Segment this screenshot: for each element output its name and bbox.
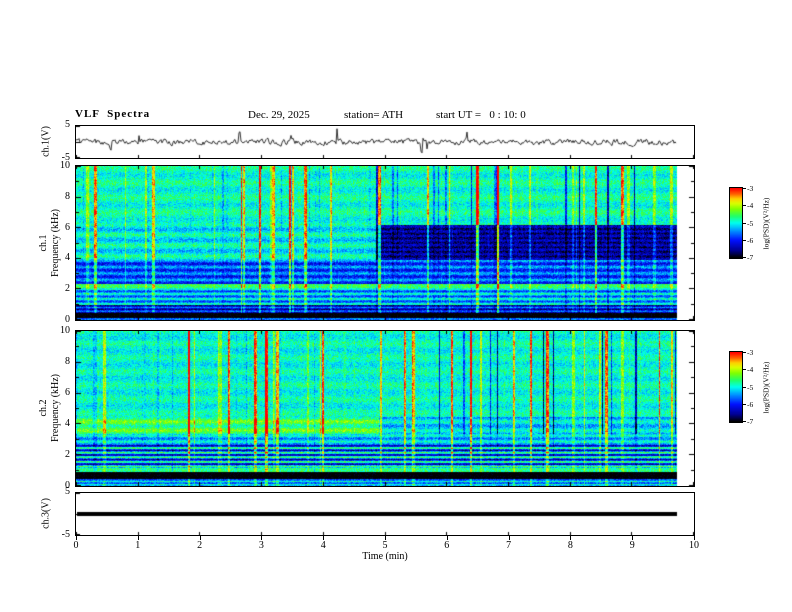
freq-tick-label: 2 xyxy=(65,449,70,460)
x-tick-label: 0 xyxy=(73,540,79,551)
x-tick-mark xyxy=(570,536,571,540)
colorbar-ch2-label: log(PSD)(V²/Hz) xyxy=(761,361,771,414)
ch2-axis-label-line2: Frequency (kHz) xyxy=(50,373,61,443)
colorbar-tick-label: -4 xyxy=(747,365,754,375)
ch1-axis-label-line1: ch.1 xyxy=(38,234,49,252)
volt-tick-label: -5 xyxy=(61,152,70,163)
freq-tick-label: 2 xyxy=(65,283,70,295)
x-tick-label: 9 xyxy=(629,540,635,551)
freq-tick-label: 4 xyxy=(65,418,70,429)
ch2-frequency-axis-label: ch.2 Frequency (kHz) xyxy=(38,363,62,453)
panel-ch2-spectrogram xyxy=(75,330,695,487)
x-tick-label: 2 xyxy=(197,540,203,551)
x-tick-mark xyxy=(138,536,139,540)
colorbar-tick-label: -3 xyxy=(747,348,754,357)
freq-tick-label: 6 xyxy=(65,221,70,233)
x-tick-label: 6 xyxy=(444,540,450,551)
freq-tick-label: 4 xyxy=(65,252,70,264)
panel-ch1-spectrogram xyxy=(75,165,695,321)
freq-tick-label: 6 xyxy=(65,387,70,398)
x-tick-mark xyxy=(200,536,201,540)
freq-tick-label: 0 xyxy=(65,314,70,325)
colorbar-tick-label: -6 xyxy=(747,399,754,409)
colorbar-tick-label: -5 xyxy=(747,382,754,392)
colorbar-ch2-gradient xyxy=(730,352,742,422)
ch2-spectrogram-canvas xyxy=(76,331,694,486)
colorbar-tick-label: -7 xyxy=(747,417,754,426)
colorbar-ch2 xyxy=(729,351,743,423)
header-station: station= ATH xyxy=(344,109,404,121)
x-tick-mark xyxy=(261,536,262,540)
colorbar-tick-mark xyxy=(743,257,746,258)
colorbar-tick-mark xyxy=(743,188,746,189)
colorbar-ch1-gradient xyxy=(730,188,742,258)
colorbar-tick-mark xyxy=(743,240,746,241)
x-tick-mark xyxy=(632,536,633,540)
header-date: Dec. 29, 2025 xyxy=(248,109,310,121)
ch1-spectrogram-canvas xyxy=(76,166,694,320)
x-tick-mark xyxy=(385,536,386,540)
ch1-frequency-axis-label: ch.1 Frequency (kHz) xyxy=(38,198,62,288)
colorbar-tick-mark xyxy=(743,352,746,353)
x-tick-label: 7 xyxy=(506,540,512,551)
freq-tick-label: 8 xyxy=(65,190,70,202)
x-tick-mark xyxy=(76,536,77,540)
x-tick-mark xyxy=(447,536,448,540)
figure-title: VLF Spectra xyxy=(75,108,151,120)
x-tick-label: 3 xyxy=(258,540,264,551)
colorbar-tick-mark xyxy=(743,369,746,370)
x-tick-label: 1 xyxy=(135,540,141,551)
colorbar-tick-mark xyxy=(743,387,746,388)
volt-tick-label: -5 xyxy=(61,529,70,540)
colorbar-tick-mark xyxy=(743,205,746,206)
x-tick-label: 5 xyxy=(382,540,388,551)
freq-tick-label: 10 xyxy=(60,325,70,336)
colorbar-tick-mark xyxy=(743,421,746,422)
colorbar-tick-mark xyxy=(743,404,746,405)
header-start-ut: start UT = 0 : 10: 0 xyxy=(436,109,526,121)
colorbar-tick-label: -3 xyxy=(747,184,754,193)
ch1-waveform-canvas xyxy=(76,126,694,158)
colorbar-ch1 xyxy=(729,187,743,259)
x-tick-mark xyxy=(323,536,324,540)
ch2-axis-label-line1: ch.2 xyxy=(38,399,49,417)
volt-tick-label: 5 xyxy=(65,119,70,130)
x-tick-label: 4 xyxy=(320,540,326,551)
panel-ch3-waveform xyxy=(75,492,695,536)
panel-ch1-waveform xyxy=(75,125,695,159)
colorbar-tick-label: -7 xyxy=(747,253,754,262)
ch3-waveform-canvas xyxy=(76,493,694,535)
x-tick-label: 8 xyxy=(567,540,573,551)
colorbar-ch1-label: log(PSD)(V²/Hz) xyxy=(761,197,771,250)
colorbar-tick-mark xyxy=(743,223,746,224)
x-tick-label: 10 xyxy=(689,540,699,551)
freq-tick-label: 8 xyxy=(65,356,70,367)
x-axis-label: Time (min) xyxy=(362,551,408,562)
colorbar-tick-label: -4 xyxy=(747,201,754,211)
volt-tick-label: 5 xyxy=(65,486,70,497)
colorbar-tick-label: -5 xyxy=(747,218,754,228)
x-tick-mark xyxy=(509,536,510,540)
x-tick-mark xyxy=(694,536,695,540)
ch1-axis-label-line2: Frequency (kHz) xyxy=(50,208,61,278)
colorbar-tick-label: -6 xyxy=(747,235,754,245)
vlf-spectra-figure: VLF Spectra Dec. 29, 2025 station= ATH s… xyxy=(0,0,792,612)
